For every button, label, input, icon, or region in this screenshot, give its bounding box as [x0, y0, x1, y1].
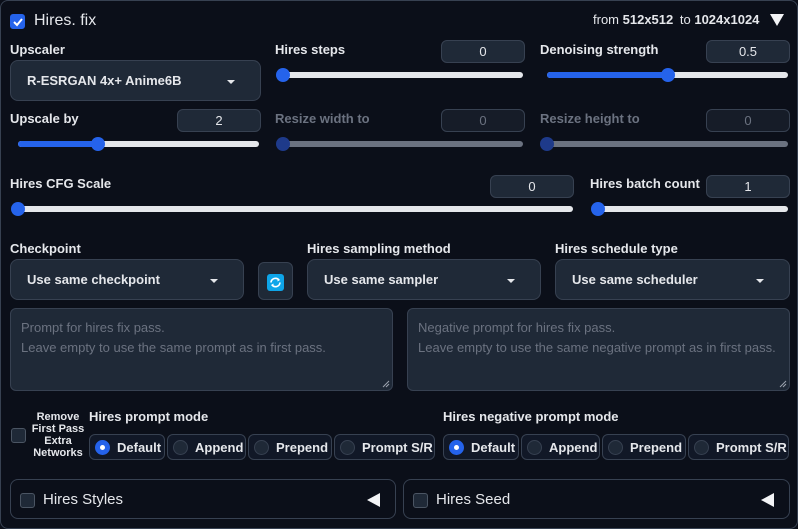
checkpoint-value: Use same checkpoint	[27, 272, 160, 287]
prompt-placeholder-line1: Prompt for hires fix pass.	[21, 320, 165, 335]
negative-prompt-mode-prompt-sr[interactable]: Prompt S/R	[688, 434, 789, 460]
to-label: to	[679, 12, 691, 27]
batch-count-input[interactable]: 1	[706, 175, 790, 198]
slider-thumb[interactable]	[276, 137, 290, 151]
hires-fix-enable-checkbox[interactable]	[10, 14, 25, 29]
negative-prompt-mode-prepend[interactable]: Prepend	[602, 434, 686, 460]
slider-fill	[18, 141, 98, 147]
hires-steps-input[interactable]: 0	[441, 40, 525, 63]
sampler-value: Use same sampler	[324, 272, 439, 287]
slider-fill	[547, 72, 668, 78]
triangle-left-icon[interactable]	[367, 493, 380, 507]
upscaler-value: R-ESRGAN 4x+ Anime6B	[27, 73, 182, 88]
negative-prompt-placeholder-line2: Leave empty to use the same negative pro…	[418, 340, 776, 355]
upscaler-dropdown[interactable]: R-ESRGAN 4x+ Anime6B	[10, 60, 261, 101]
hires-steps-slider[interactable]	[276, 68, 523, 82]
chevron-down-icon	[227, 80, 235, 84]
slider-thumb[interactable]	[660, 68, 675, 82]
denoising-label: Denoising strength	[540, 42, 659, 57]
resize-width-label: Resize width to	[275, 111, 370, 126]
resolution-summary: from 512x512 to 1024x1024	[593, 12, 759, 27]
radio-icon	[694, 440, 709, 455]
chevron-down-icon	[756, 279, 764, 283]
chevron-down-icon	[210, 279, 218, 283]
from-label: from	[593, 12, 619, 27]
hires-styles-accordion[interactable]: Hires Styles	[10, 479, 396, 519]
refresh-icon	[267, 274, 284, 291]
hires-seed-checkbox[interactable]	[413, 493, 428, 508]
radio-icon	[608, 440, 623, 455]
remove-extra-networks-label: Remove First Pass Extra Networks	[31, 411, 85, 459]
resize-height-label: Resize height to	[540, 111, 640, 126]
upscaler-label: Upscaler	[10, 42, 65, 57]
remove-extra-networks-checkbox[interactable]	[11, 428, 26, 443]
sampler-dropdown[interactable]: Use same sampler	[307, 259, 541, 300]
resize-width-input[interactable]: 0	[441, 109, 525, 132]
from-size: 512x512	[622, 12, 674, 27]
slider-thumb[interactable]	[540, 137, 554, 151]
scheduler-value: Use same scheduler	[572, 272, 698, 287]
slider-thumb[interactable]	[90, 137, 105, 151]
slider-thumb[interactable]	[11, 202, 25, 216]
checkpoint-label: Checkpoint	[10, 241, 81, 256]
cfg-scale-slider[interactable]	[11, 202, 573, 216]
prompt-mode-prepend[interactable]: Prepend	[248, 434, 332, 460]
radio-icon	[449, 440, 464, 455]
triangle-left-icon[interactable]	[761, 493, 774, 507]
hires-seed-accordion[interactable]: Hires Seed	[403, 479, 790, 519]
denoising-input[interactable]: 0.5	[706, 40, 790, 63]
resize-width-slider[interactable]	[276, 137, 523, 151]
radio-icon	[527, 440, 542, 455]
negative-prompt-mode-append[interactable]: Append	[521, 434, 600, 460]
batch-count-label: Hires batch count	[590, 176, 700, 191]
hires-fix-panel: Hires. fix from 512x512 to 1024x1024 Ups…	[0, 0, 798, 529]
prompt-placeholder-line2: Leave empty to use the same prompt as in…	[21, 340, 326, 355]
hires-steps-label: Hires steps	[275, 42, 346, 57]
checkpoint-dropdown[interactable]: Use same checkpoint	[10, 259, 244, 300]
upscale-by-label: Upscale by	[10, 111, 79, 126]
scheduler-label: Hires schedule type	[555, 241, 678, 256]
resize-height-slider[interactable]	[540, 137, 788, 151]
hires-styles-checkbox[interactable]	[20, 493, 35, 508]
refresh-checkpoint-button[interactable]	[258, 262, 293, 300]
cfg-scale-label: Hires CFG Scale	[10, 176, 112, 191]
scheduler-dropdown[interactable]: Use same scheduler	[555, 259, 790, 300]
denoising-slider[interactable]	[547, 68, 788, 82]
cfg-scale-input[interactable]: 0	[490, 175, 574, 198]
prompt-mode-append[interactable]: Append	[167, 434, 246, 460]
upscale-by-slider[interactable]	[18, 137, 259, 151]
to-size: 1024x1024	[694, 12, 760, 27]
resize-handle-icon[interactable]	[382, 380, 390, 388]
radio-icon	[254, 440, 269, 455]
negative-prompt-mode-label: Hires negative prompt mode	[443, 409, 619, 424]
negative-prompt-placeholder-line1: Negative prompt for hires fix pass.	[418, 320, 616, 335]
hires-prompt-textarea[interactable]: Prompt for hires fix pass. Leave empty t…	[10, 308, 393, 391]
prompt-mode-default[interactable]: Default	[89, 434, 165, 460]
radio-icon	[95, 440, 110, 455]
hires-seed-label: Hires Seed	[436, 491, 511, 508]
upscale-by-input[interactable]: 2	[177, 109, 261, 132]
negative-prompt-mode-default[interactable]: Default	[443, 434, 519, 460]
chevron-down-icon	[507, 279, 515, 283]
checkmark-icon	[13, 18, 23, 27]
radio-icon	[173, 440, 188, 455]
resize-height-input[interactable]: 0	[706, 109, 790, 132]
prompt-mode-prompt-sr[interactable]: Prompt S/R	[334, 434, 435, 460]
hires-negative-prompt-textarea[interactable]: Negative prompt for hires fix pass. Leav…	[407, 308, 790, 391]
triangle-down-icon[interactable]	[770, 14, 784, 26]
slider-thumb[interactable]	[276, 68, 290, 82]
radio-icon	[340, 440, 355, 455]
hires-styles-label: Hires Styles	[43, 491, 124, 508]
slider-thumb[interactable]	[591, 202, 605, 216]
prompt-mode-label: Hires prompt mode	[89, 409, 209, 424]
sampler-label: Hires sampling method	[307, 241, 451, 256]
hires-fix-title: Hires. fix	[34, 12, 97, 29]
resize-handle-icon[interactable]	[779, 380, 787, 388]
batch-count-slider[interactable]	[591, 202, 788, 216]
